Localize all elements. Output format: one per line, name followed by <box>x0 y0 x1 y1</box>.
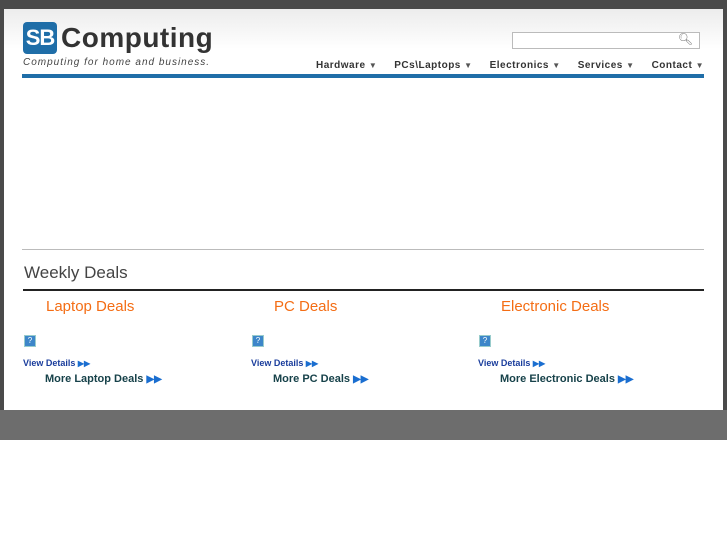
chevron-down-icon: ▼ <box>368 61 378 70</box>
nav-contact[interactable]: Contact ▼ <box>652 60 704 71</box>
weekly-deals-divider <box>23 289 704 291</box>
double-arrow-icon: ▶▶ <box>353 374 369 385</box>
double-arrow-icon: ▶▶ <box>77 359 91 368</box>
banner-divider <box>22 249 704 250</box>
broken-image-icon: ? <box>252 335 264 347</box>
double-arrow-icon: ▶▶ <box>618 374 634 385</box>
double-arrow-icon: ▶▶ <box>532 359 546 368</box>
deal-column-pc: PC Deals ? View Details ▶▶ More PC Deals… <box>251 298 471 385</box>
more-deals-link[interactable]: More Electronic Deals ▶▶ <box>500 373 698 385</box>
broken-image-icon: ? <box>24 335 36 347</box>
nav-electronics[interactable]: Electronics ▼ <box>490 60 561 71</box>
view-details-link[interactable]: View Details ▶▶ <box>23 358 243 368</box>
logo-mark: SB <box>23 22 57 54</box>
deal-title: Laptop Deals <box>46 298 135 315</box>
deal-title: PC Deals <box>274 298 338 315</box>
nav-services[interactable]: Services ▼ <box>578 60 635 71</box>
nav-hardware[interactable]: Hardware ▼ <box>316 60 377 71</box>
search-icon[interactable]: 🔍︎ <box>678 32 693 46</box>
main-nav: Hardware ▼ PCs\Laptops ▼ Electronics ▼ S… <box>316 60 704 71</box>
more-deals-link[interactable]: More Laptop Deals ▶▶ <box>45 373 243 385</box>
chevron-down-icon: ▼ <box>626 61 635 70</box>
chevron-down-icon: ▼ <box>464 61 473 70</box>
weekly-deals-title: Weekly Deals <box>24 263 128 282</box>
more-deals-link[interactable]: More PC Deals ▶▶ <box>273 373 471 385</box>
chevron-down-icon: ▼ <box>552 61 561 70</box>
logo[interactable]: SB Computing <box>23 22 213 54</box>
view-details-link[interactable]: View Details ▶▶ <box>478 358 698 368</box>
deal-title: Electronic Deals <box>501 298 610 315</box>
footer-band <box>0 410 727 440</box>
nav-pcs-laptops[interactable]: PCs\Laptops ▼ <box>394 60 472 71</box>
tagline: Computing for home and business. <box>23 57 211 68</box>
double-arrow-icon: ▶▶ <box>146 374 162 385</box>
page-container: SB Computing Computing for home and busi… <box>4 9 723 410</box>
chevron-down-icon: ▼ <box>695 61 704 70</box>
search-input[interactable]: 🔍︎ <box>512 32 700 49</box>
logo-name: Computing <box>61 22 214 53</box>
view-details-link[interactable]: View Details ▶▶ <box>251 358 471 368</box>
header-divider <box>22 74 704 78</box>
broken-image-icon: ? <box>479 335 491 347</box>
double-arrow-icon: ▶▶ <box>305 359 319 368</box>
deal-column-laptop: Laptop Deals ? View Details ▶▶ More Lapt… <box>23 298 243 385</box>
deal-column-electronic: Electronic Deals ? View Details ▶▶ More … <box>478 298 698 385</box>
